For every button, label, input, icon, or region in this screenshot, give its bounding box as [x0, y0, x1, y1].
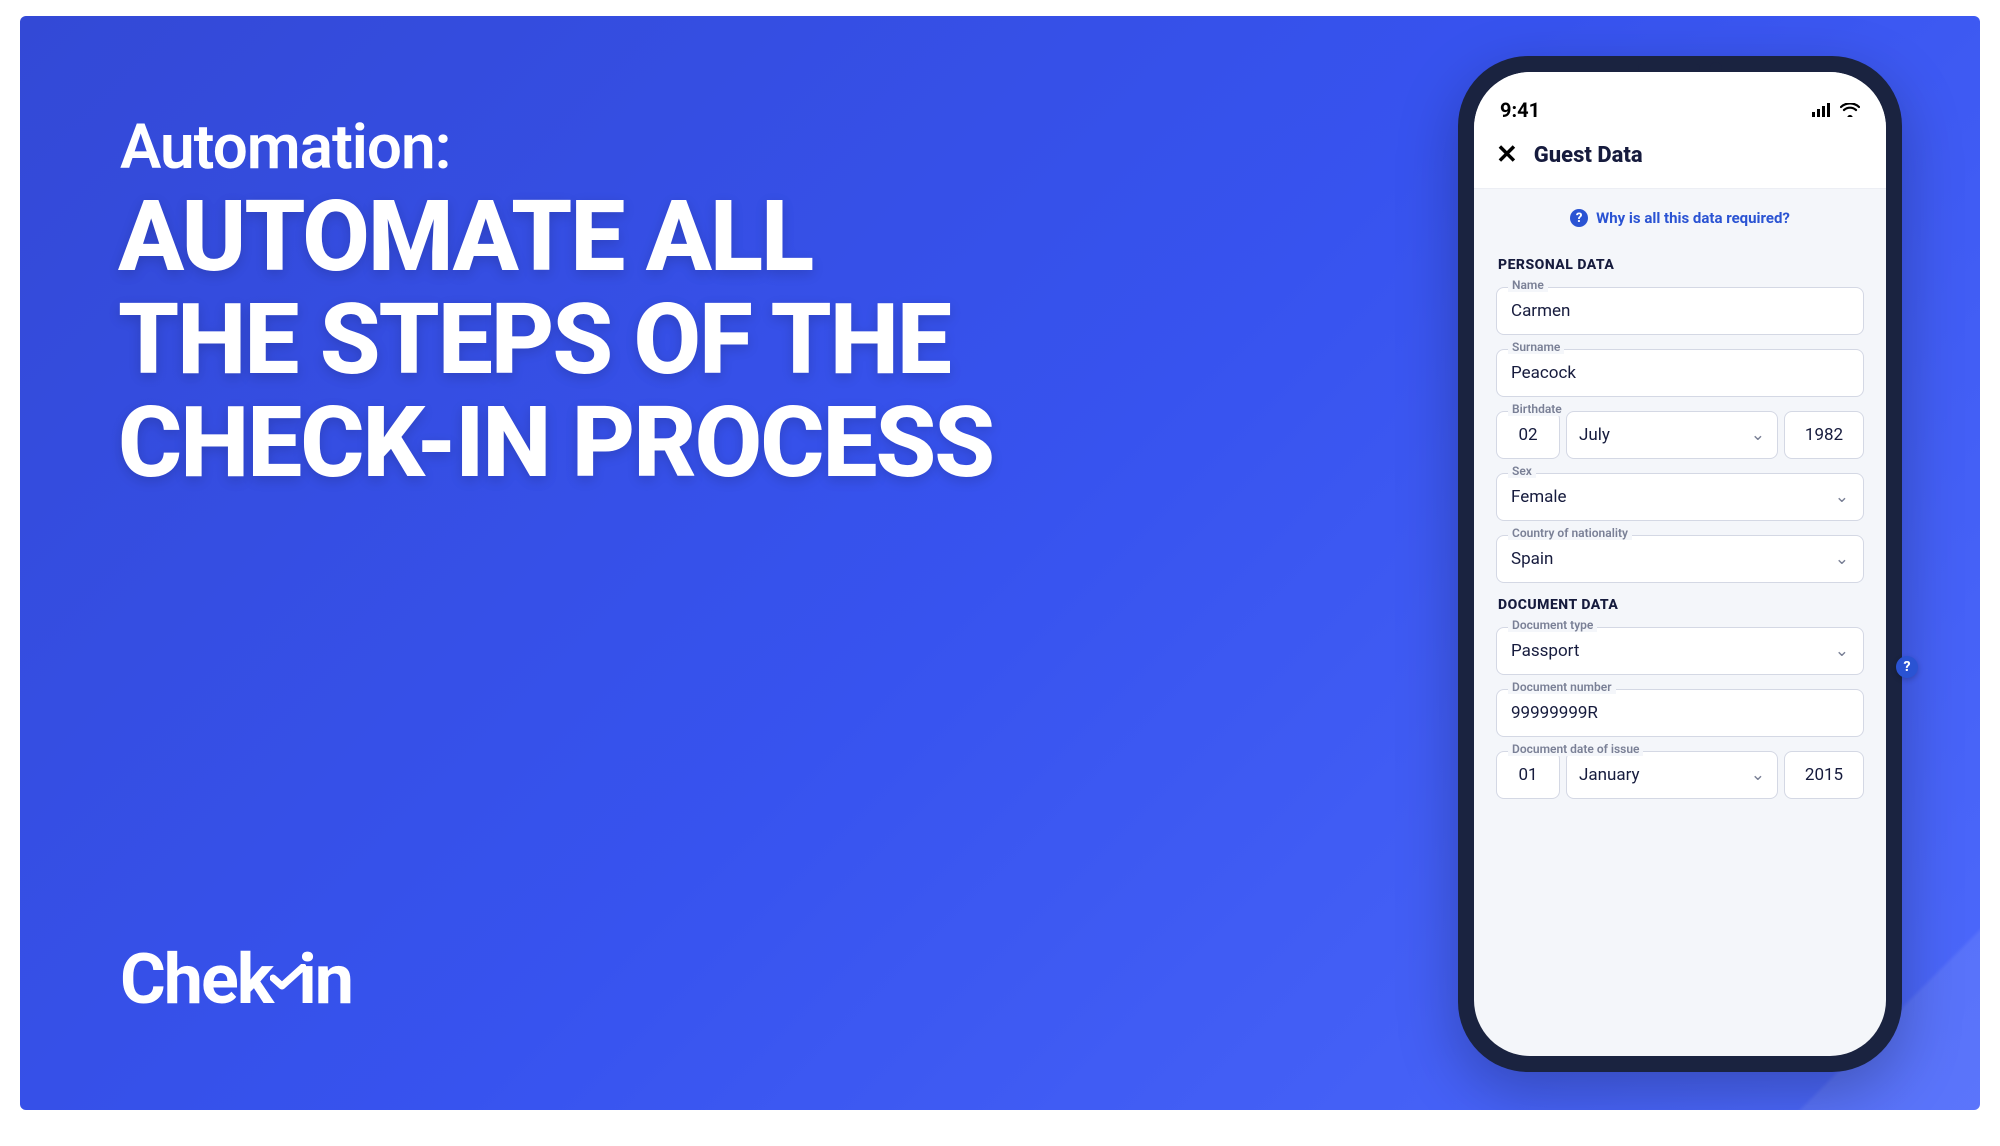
brand-text-2: in — [298, 939, 352, 1021]
form-area: ? Why is all this data required? PERSONA… — [1474, 189, 1886, 1056]
birth-year-select[interactable]: 1982 — [1784, 411, 1864, 459]
name-field[interactable]: Name — [1496, 287, 1864, 335]
section-document-title: DOCUMENT DATA — [1498, 597, 1864, 613]
brand-logo: Chekin — [120, 920, 352, 1040]
phone-screen: 9:41 ✕ Guest Data ? Why is all this data… — [1474, 72, 1886, 1056]
phone-mockup: 9:41 ✕ Guest Data ? Why is all this data… — [1458, 56, 1902, 1072]
status-icons — [1812, 98, 1860, 122]
issuedate-field[interactable]: Document date of issue 01 January⌄ 2015 — [1496, 751, 1864, 799]
doctype-label: Document type — [1508, 618, 1597, 632]
birthdate-label: Birthdate — [1508, 402, 1566, 416]
section-personal-title: PERSONAL DATA — [1498, 257, 1864, 273]
birth-day-select[interactable]: 02 — [1496, 411, 1560, 459]
name-input[interactable] — [1511, 301, 1849, 321]
surname-input[interactable] — [1511, 363, 1849, 383]
name-label: Name — [1508, 278, 1548, 292]
chevron-down-icon: ⌄ — [1751, 425, 1765, 445]
issue-day-select[interactable]: 01 — [1496, 751, 1560, 799]
sex-field[interactable]: Sex Female ⌄ — [1496, 473, 1864, 521]
issue-month-select[interactable]: January⌄ — [1566, 751, 1778, 799]
wifi-icon — [1840, 98, 1860, 122]
docnumber-field[interactable]: Document number — [1496, 689, 1864, 737]
surname-label: Surname — [1508, 340, 1564, 354]
checkmark-icon — [270, 926, 306, 1008]
headline-main: AUTOMATE ALLTHE STEPS OF THECHECK-IN PRO… — [118, 186, 993, 495]
docnumber-label: Document number — [1508, 680, 1616, 694]
promo-frame: Automation: AUTOMATE ALLTHE STEPS OF THE… — [20, 16, 1980, 1110]
issue-year-select[interactable]: 2015 — [1784, 751, 1864, 799]
help-badge[interactable]: ? — [1896, 656, 1918, 678]
chevron-down-icon: ⌄ — [1835, 641, 1849, 661]
birthdate-field[interactable]: Birthdate 02 July⌄ 1982 — [1496, 411, 1864, 459]
sex-label: Sex — [1508, 464, 1536, 478]
status-time: 9:41 — [1500, 98, 1540, 122]
info-link-text: Why is all this data required? — [1596, 209, 1790, 227]
issuedate-label: Document date of issue — [1508, 742, 1643, 756]
signal-icon — [1812, 98, 1832, 122]
brand-text-1: Chek — [120, 939, 272, 1021]
doctype-select[interactable]: Passport ⌄ — [1496, 627, 1864, 675]
info-link[interactable]: ? Why is all this data required? — [1496, 189, 1864, 247]
chevron-down-icon: ⌄ — [1751, 765, 1765, 785]
birth-month-select[interactable]: July⌄ — [1566, 411, 1778, 459]
sex-select[interactable]: Female ⌄ — [1496, 473, 1864, 521]
app-header: ✕ Guest Data — [1474, 132, 1886, 189]
question-icon: ? — [1570, 209, 1588, 227]
docnumber-input[interactable] — [1511, 703, 1849, 723]
surname-field[interactable]: Surname — [1496, 349, 1864, 397]
nationality-field[interactable]: Country of nationality Spain ⌄ — [1496, 535, 1864, 583]
nationality-label: Country of nationality — [1508, 526, 1632, 540]
chevron-down-icon: ⌄ — [1835, 487, 1849, 507]
close-icon[interactable]: ✕ — [1496, 140, 1518, 170]
chevron-down-icon: ⌄ — [1835, 549, 1849, 569]
status-bar: 9:41 — [1474, 72, 1886, 132]
doctype-field[interactable]: Document type Passport ⌄ — [1496, 627, 1864, 675]
page-title: Guest Data — [1534, 143, 1643, 168]
headline-subtitle: Automation: — [120, 111, 451, 184]
nationality-select[interactable]: Spain ⌄ — [1496, 535, 1864, 583]
